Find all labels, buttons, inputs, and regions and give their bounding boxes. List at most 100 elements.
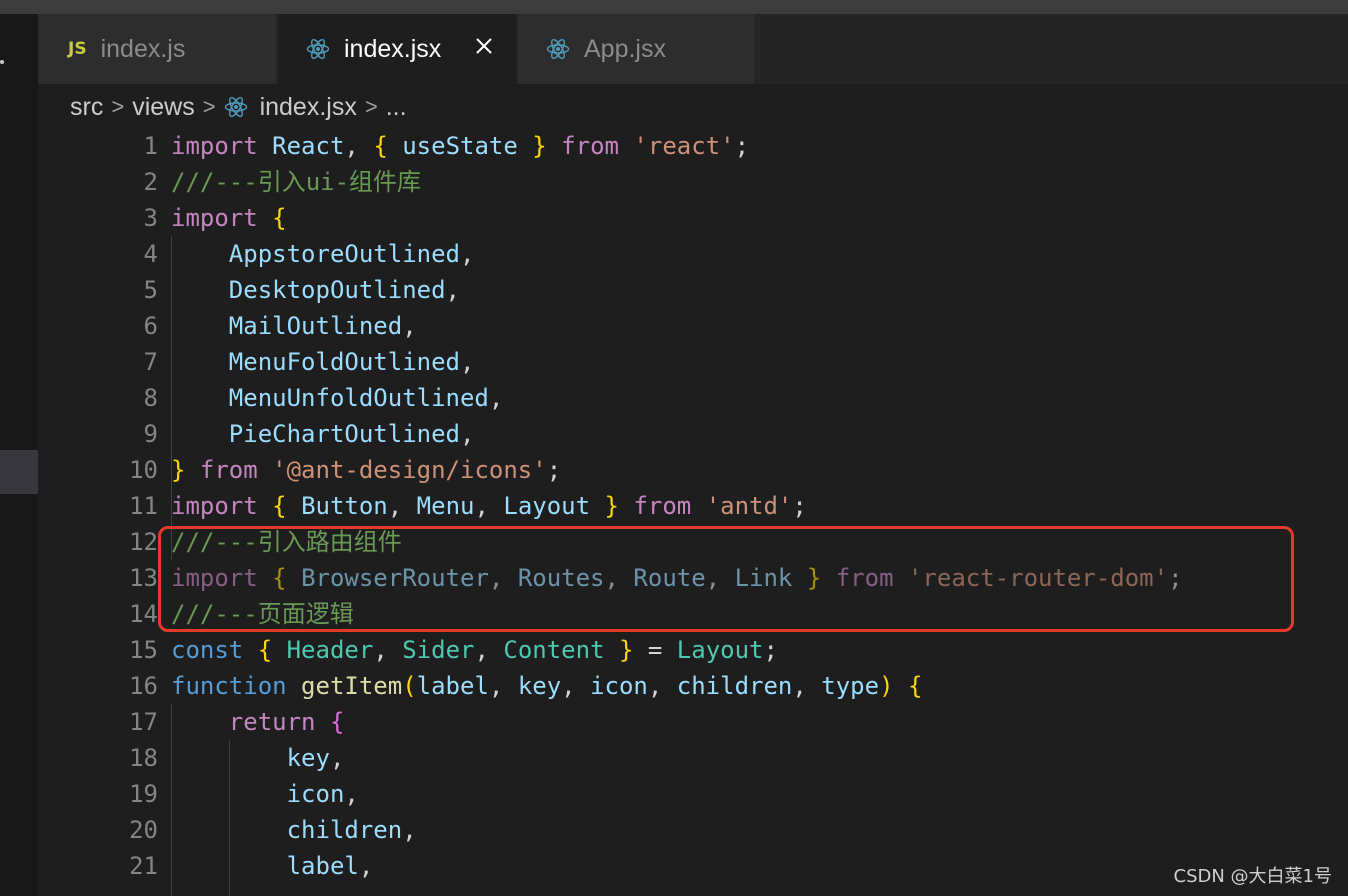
code-token: = [633, 636, 677, 664]
code-text[interactable]: import { Button, Menu, Layout } from 'an… [171, 488, 807, 524]
code-token: ; [792, 492, 807, 520]
code-token: { [272, 492, 287, 520]
code-text[interactable]: DesktopOutlined, [171, 272, 460, 308]
code-line[interactable]: 5 DesktopOutlined, [38, 272, 1348, 308]
code-text[interactable]: MenuUnfoldOutlined, [171, 380, 504, 416]
code-text[interactable]: import React, { useState } from 'react'; [171, 128, 749, 164]
code-line[interactable]: 1 import React, { useState } from 'react'… [38, 128, 1348, 164]
code-line[interactable]: 6 MailOutlined, [38, 308, 1348, 344]
tab-index-js[interactable]: JS index.js [38, 14, 276, 84]
code-line[interactable]: 3 import { [38, 200, 1348, 236]
code-token: key [286, 744, 330, 772]
code-text[interactable]: icon, [171, 776, 359, 812]
code-text[interactable]: } from '@ant-design/icons'; [171, 452, 561, 488]
code-line[interactable]: 18 key, [38, 740, 1348, 776]
line-number: 6 [143, 312, 158, 340]
code-text[interactable]: label, [171, 848, 374, 884]
code-token: ) [879, 672, 894, 700]
breadcrumb-item-src[interactable]: src [70, 93, 103, 122]
code-token: label [286, 852, 359, 880]
line-number: 21 [129, 852, 158, 880]
code-token: Sider [402, 636, 475, 664]
tab-label: index.js [100, 34, 186, 63]
code-token: ; [546, 456, 562, 484]
code-token: children [676, 672, 793, 700]
code-line[interactable]: 16 function getItem(label, key, icon, chi… [38, 668, 1348, 704]
code-line[interactable]: 19 icon, [38, 776, 1348, 812]
code-text[interactable]: function getItem(label, key, icon, child… [171, 668, 922, 704]
tab-app-jsx[interactable]: App.jsx [518, 14, 754, 84]
code-token: , [459, 240, 475, 268]
line-number: 17 [129, 708, 158, 736]
code-token: Header [286, 636, 374, 664]
code-token: import [171, 204, 258, 232]
code-text[interactable]: import { [171, 200, 287, 236]
code-text[interactable]: MailOutlined, [171, 308, 417, 344]
code-line[interactable]: 15 const { Header, Sider, Content } = Lay… [38, 632, 1348, 668]
code-token: , [402, 312, 417, 340]
code-text[interactable]: const { Header, Sider, Content } = Layou… [171, 632, 778, 668]
code-line[interactable]: 9 PieChartOutlined, [38, 416, 1348, 452]
code-token: , [488, 384, 504, 412]
code-token: MenuUnfoldOutlined [228, 384, 489, 412]
code-text[interactable]: return { [171, 704, 345, 740]
line-number: 16 [129, 672, 158, 700]
js-file-icon: JS [68, 39, 87, 59]
code-text[interactable]: AppstoreOutlined, [171, 236, 475, 272]
window-top-strip [0, 0, 1348, 14]
breadcrumb-item-file[interactable]: index.jsx [260, 93, 357, 122]
code-text[interactable]: children, [171, 812, 417, 848]
code-line[interactable]: 8 MenuUnfoldOutlined, [38, 380, 1348, 416]
code-line[interactable]: 11 import { Button, Menu, Layout } from '… [38, 488, 1348, 524]
code-token: { [907, 672, 923, 700]
more-dot-icon[interactable] [0, 60, 4, 64]
code-line[interactable]: 4 AppstoreOutlined, [38, 236, 1348, 272]
breadcrumb-item-views[interactable]: views [132, 93, 195, 122]
code-editor[interactable]: 1 import React, { useState } from 'react'… [38, 128, 1348, 896]
code-token: , [329, 744, 345, 772]
code-token: } [604, 492, 619, 520]
code-token: import [171, 492, 258, 520]
code-token: } [171, 456, 186, 484]
code-text[interactable]: ///---引入ui-组件库 [171, 164, 421, 200]
line-number: 14 [129, 600, 158, 628]
code-token: , [792, 672, 822, 700]
code-token: 'react' [633, 132, 735, 160]
code-line[interactable]: 2 ///---引入ui-组件库 [38, 164, 1348, 200]
code-line[interactable]: 7 MenuFoldOutlined, [38, 344, 1348, 380]
breadcrumb-item-symbol[interactable]: ... [386, 93, 407, 122]
line-number: 1 [143, 132, 158, 160]
code-line[interactable]: 17 return { [38, 704, 1348, 740]
code-token: children [286, 816, 403, 844]
code-token: Layout [676, 636, 764, 664]
close-icon[interactable] [472, 34, 496, 58]
react-icon [306, 38, 330, 60]
code-text[interactable]: PieChartOutlined, [171, 416, 475, 452]
code-line[interactable]: 20 children, [38, 812, 1348, 848]
code-line[interactable]: 21 label, [38, 848, 1348, 884]
code-text[interactable]: MenuFoldOutlined, [171, 344, 475, 380]
code-token: , [474, 636, 504, 664]
tab-index-jsx[interactable]: index.jsx [278, 14, 516, 84]
code-line[interactable]: 10} from '@ant-design/icons'; [38, 452, 1348, 488]
line-number: 11 [129, 492, 158, 520]
code-token: MailOutlined [228, 312, 403, 340]
code-token: React [272, 132, 345, 160]
tab-label: index.jsx [344, 34, 442, 63]
code-text[interactable]: key, [171, 740, 345, 776]
code-token: DesktopOutlined [228, 276, 446, 304]
